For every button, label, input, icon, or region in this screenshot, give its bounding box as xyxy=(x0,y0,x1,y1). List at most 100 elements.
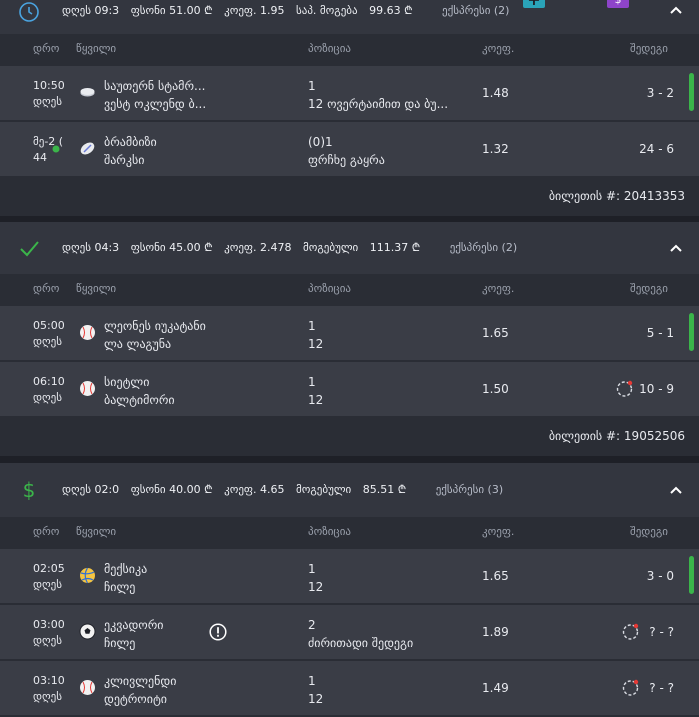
table-row[interactable]: 03:00 დღეს ეკვადორი ჩილე 2 ძირითადი შედეგი … xyxy=(0,603,699,659)
table-row[interactable]: 05:00 დღეს ლეონეს იუკატანი ლა ლაგუნა 1 12 1… xyxy=(0,304,699,360)
ticket-odds: კოეფ. 2.478 xyxy=(224,241,292,254)
ticket-stake: ფსონი 45.00 ₾ xyxy=(130,241,213,254)
event-time: 03:00 xyxy=(33,618,65,631)
team-away: ბალტიმორი xyxy=(104,393,175,407)
event-day: დღეს xyxy=(33,335,62,348)
score: ? - ? xyxy=(649,625,674,639)
ticket-header[interactable]: დღეს 04:3 ფსონი 45.00 ₾ კოეფ. 2.478 მოგე… xyxy=(0,222,699,274)
cashout-button[interactable]: $ xyxy=(607,0,629,8)
table-row[interactable]: 06:10 დღეს სიეტლი ბალტიმორი 1 12 1.50 10 - … xyxy=(0,360,699,416)
ticket-status-label: მოგებული xyxy=(303,241,359,254)
ticket-express: ექსპრესი (2) xyxy=(442,4,510,17)
event-time: მე-2 ( xyxy=(33,135,64,148)
baseball-icon xyxy=(80,325,95,340)
ticket-summary: დღეს 09:3 ფსონი 51.00 ₾ კოეფ. 1.95 საპ. … xyxy=(62,0,517,34)
ticket-date: დღეს 02:0 xyxy=(62,483,120,496)
team-home: მექსიკა xyxy=(104,562,148,576)
dollar-icon: $ xyxy=(23,479,36,501)
position-pick: 1 xyxy=(308,319,316,333)
col-odd: კოეფ. xyxy=(482,525,515,538)
table-row[interactable]: 02:05 დღეს მექსიკა ჩილე 1 12 1.65 3 - 0 xyxy=(0,547,699,603)
ticket-odds: კოეფ. 1.95 xyxy=(224,4,285,17)
ticket-3: $ დღეს 02:0 ფსონი 40.00 ₾ კოეფ. 4.65 მოგ… xyxy=(0,463,699,717)
odd-value: 1.50 xyxy=(482,382,509,396)
clock-icon xyxy=(19,2,39,22)
baseball-icon xyxy=(80,381,95,396)
position-pick: 1 xyxy=(308,562,316,576)
col-result: შედეგი xyxy=(630,525,668,538)
table-row[interactable]: მე-2 (44 ბრამბიზი შარკსი (0)1 ფრჩხე გაყრა … xyxy=(0,120,699,176)
odd-value: 1.49 xyxy=(482,681,509,695)
add-button[interactable]: + xyxy=(523,0,545,8)
rugby-icon xyxy=(80,142,95,155)
position-pick: (0)1 xyxy=(308,135,333,149)
event-time: 06:10 xyxy=(33,375,65,388)
position-pick: 1 xyxy=(308,375,316,389)
score: 3 - 2 xyxy=(646,86,674,100)
win-indicator xyxy=(689,313,694,351)
team-away: ჩილე xyxy=(104,636,136,650)
score: ? - ? xyxy=(649,681,674,695)
team-away: დეტროიტი xyxy=(104,692,168,706)
team-home: ლეონეს იუკატანი xyxy=(104,319,206,333)
team-home: ეკვადორი xyxy=(104,618,164,632)
col-position: პოზიცია xyxy=(308,525,351,538)
col-time: დრო xyxy=(33,525,60,538)
col-result: შედეგი xyxy=(630,282,668,295)
hockey-icon xyxy=(80,88,95,97)
ticket-summary: დღეს 02:0 ფსონი 40.00 ₾ კოეფ. 4.65 მოგებ… xyxy=(62,463,511,517)
ticket-status-label: საპ. მოგება xyxy=(296,4,358,17)
chevron-up-icon[interactable] xyxy=(669,483,683,497)
col-event: წყვილი xyxy=(76,42,117,55)
column-headers: დრო წყვილი პოზიცია კოეფ. შედეგი xyxy=(0,274,699,304)
ticket-express: ექსპრესი (2) xyxy=(449,241,518,254)
col-position: პოზიცია xyxy=(308,42,351,55)
position-market: 12 ოვერტაიმით და ბუ... xyxy=(308,97,449,111)
chevron-up-icon[interactable] xyxy=(669,241,683,255)
col-time: დრო xyxy=(33,282,60,295)
soccer-icon xyxy=(79,623,96,640)
ticket-date: დღეს 09:3 xyxy=(62,4,120,17)
ticket-header[interactable]: დღეს 09:3 ფსონი 51.00 ₾ კოეფ. 1.95 საპ. … xyxy=(0,0,699,34)
ticket-status-label: მოგებული xyxy=(296,483,352,496)
event-day: დღეს xyxy=(33,634,62,647)
odd-value: 1.65 xyxy=(482,326,509,340)
position-market: 12 xyxy=(308,337,324,351)
table-row[interactable]: 10:50 დღეს საუთერნ სტამრ... ვესტ ოკლენდ ბ.… xyxy=(0,64,699,120)
position-market: 12 xyxy=(308,580,324,594)
pending-icon xyxy=(622,679,639,696)
ticket-header[interactable]: $ დღეს 02:0 ფსონი 40.00 ₾ კოეფ. 4.65 მოგ… xyxy=(0,463,699,517)
team-home: სიეტლი xyxy=(104,375,150,389)
live-dot-icon xyxy=(52,145,60,153)
event-day: დღეს xyxy=(33,391,62,404)
score: 5 - 1 xyxy=(646,326,674,340)
col-result: შედეგი xyxy=(630,42,668,55)
event-day: დღეს xyxy=(33,578,62,591)
odd-value: 1.89 xyxy=(482,625,509,639)
score: 10 - 9 xyxy=(639,382,674,396)
col-event: წყვილი xyxy=(76,525,117,538)
baseball-icon xyxy=(80,680,95,695)
chevron-up-icon[interactable] xyxy=(669,3,683,17)
column-headers: დრო წყვილი პოზიცია კოეფ. შედეგი xyxy=(0,34,699,64)
position-pick: 1 xyxy=(308,79,316,93)
ticket-stake: ფსონი 40.00 ₾ xyxy=(130,483,213,496)
position-pick: 1 xyxy=(308,674,316,688)
col-odd: კოეფ. xyxy=(482,282,515,295)
ticket-1: დღეს 09:3 ფსონი 51.00 ₾ კოეფ. 1.95 საპ. … xyxy=(0,0,699,216)
table-row[interactable]: 03:10 დღეს კლივლენდი დეტროიტი 1 12 1.49 ? -… xyxy=(0,659,699,715)
volleyball-icon xyxy=(80,567,95,584)
team-away: ლა ლაგუნა xyxy=(104,337,172,351)
event-time: 10:50 xyxy=(33,79,65,92)
ticket-payout: 99.63 ₾ xyxy=(369,4,413,17)
ticket-number: ბილეთის #: 20413353 xyxy=(0,176,699,216)
team-away: ვესტ ოკლენდ ბ... xyxy=(104,97,207,111)
alert-icon[interactable] xyxy=(209,623,227,641)
odd-value: 1.65 xyxy=(482,569,509,583)
event-day: დღეს xyxy=(33,95,62,108)
position-market: ძირითადი შედეგი xyxy=(308,636,414,650)
win-indicator xyxy=(689,556,694,594)
team-home: საუთერნ სტამრ... xyxy=(104,79,206,93)
ticket-odds: კოეფ. 4.65 xyxy=(224,483,285,496)
ticket-payout: 85.51 ₾ xyxy=(362,483,407,496)
